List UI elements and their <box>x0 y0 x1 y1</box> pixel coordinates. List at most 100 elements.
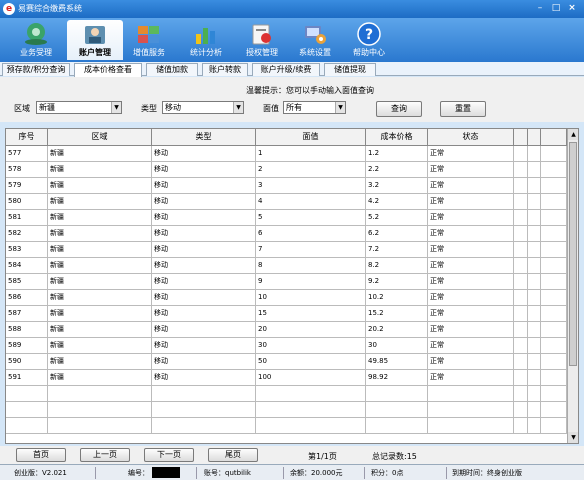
table-cell <box>514 194 528 210</box>
last-page-button[interactable]: 尾页 <box>208 448 258 462</box>
table-cell <box>514 146 528 162</box>
table-cell: 新疆 <box>48 290 152 306</box>
toolbar-item-settings[interactable]: 系统设置 <box>287 20 343 60</box>
table-cell: 591 <box>6 370 48 386</box>
column-header[interactable]: 状态 <box>428 129 514 146</box>
table-row[interactable]: 591 新疆 移动 100 98.92 正常 <box>6 370 567 386</box>
table-cell <box>541 290 567 306</box>
toolbar-label: 账户管理 <box>79 48 111 57</box>
system-settings-icon <box>305 26 326 44</box>
query-button[interactable]: 查询 <box>376 101 422 117</box>
table-row-empty[interactable] <box>6 386 567 402</box>
table-cell <box>528 258 541 274</box>
toolbar-item-statistics[interactable]: 统计分析 <box>178 20 234 60</box>
table-cell <box>366 418 428 434</box>
table-cell <box>528 210 541 226</box>
table-cell <box>541 178 567 194</box>
close-button[interactable]: × <box>565 2 579 15</box>
table-cell: 新疆 <box>48 242 152 258</box>
table-cell <box>366 386 428 402</box>
table-cell: 新疆 <box>48 178 152 194</box>
table-cell: 50 <box>256 354 366 370</box>
toolbar-item-business[interactable]: 业务受理 <box>8 20 64 60</box>
tab-transfer[interactable]: 账户转款 <box>202 63 248 76</box>
table-row[interactable]: 590 新疆 移动 50 49.85 正常 <box>6 354 567 370</box>
tab-withdraw[interactable]: 储值提现 <box>324 63 376 76</box>
column-header[interactable]: 类型 <box>152 129 256 146</box>
toolbar-item-help[interactable]: ? 帮助中心 <box>341 20 397 60</box>
table-row[interactable]: 584 新疆 移动 8 8.2 正常 <box>6 258 567 274</box>
toolbar-item-account[interactable]: 账户管理 <box>67 20 123 60</box>
scrollbar-thumb[interactable] <box>569 142 577 366</box>
first-page-button[interactable]: 首页 <box>16 448 66 462</box>
table-cell: 新疆 <box>48 354 152 370</box>
scroll-up-icon[interactable]: ▲ <box>568 129 578 140</box>
scroll-down-icon[interactable]: ▼ <box>568 432 578 443</box>
table-cell <box>514 306 528 322</box>
tab-cost-price[interactable]: 成本价格查看 <box>74 63 142 77</box>
table-row[interactable]: 585 新疆 移动 9 9.2 正常 <box>6 274 567 290</box>
table-row-empty[interactable] <box>6 418 567 434</box>
table-cell <box>366 402 428 418</box>
toolbar-item-authorization[interactable]: 授权管理 <box>234 20 290 60</box>
table-row[interactable]: 582 新疆 移动 6 6.2 正常 <box>6 226 567 242</box>
table-cell: 移动 <box>152 226 256 242</box>
table-row-empty[interactable] <box>6 402 567 418</box>
table-cell: 586 <box>6 290 48 306</box>
column-header[interactable]: 区域 <box>48 129 152 146</box>
type-select[interactable]: 移动 ▼ <box>162 101 244 114</box>
column-header[interactable]: 成本价格 <box>366 129 428 146</box>
table-cell: 584 <box>6 258 48 274</box>
table-cell: 6.2 <box>366 226 428 242</box>
table-cell <box>256 402 366 418</box>
table-row[interactable]: 577 新疆 移动 1 1.2 正常 <box>6 146 567 162</box>
column-header-empty[interactable] <box>541 129 567 146</box>
region-select[interactable]: 新疆 ▼ <box>36 101 122 114</box>
table-cell <box>48 386 152 402</box>
status-bar: 创业版：V2.021 编号： 账号：qutbilik 余额：20.000元 积分… <box>0 464 584 480</box>
prev-page-button[interactable]: 上一页 <box>80 448 130 462</box>
maximize-button[interactable]: □ <box>549 2 563 15</box>
table-row[interactable]: 579 新疆 移动 3 3.2 正常 <box>6 178 567 194</box>
table-cell: 正常 <box>428 354 514 370</box>
status-divider <box>95 467 96 479</box>
column-header-empty[interactable] <box>528 129 541 146</box>
table-cell: 15.2 <box>366 306 428 322</box>
table-row[interactable]: 583 新疆 移动 7 7.2 正常 <box>6 242 567 258</box>
table-cell <box>541 274 567 290</box>
next-page-button[interactable]: 下一页 <box>144 448 194 462</box>
tab-recharge[interactable]: 储值加款 <box>146 63 198 76</box>
reset-button[interactable]: 重置 <box>440 101 486 117</box>
column-header[interactable]: 序号 <box>6 129 48 146</box>
table-cell <box>528 370 541 386</box>
face-value-select[interactable]: 所有 ▼ <box>283 101 346 114</box>
table-cell <box>152 418 256 434</box>
table-cell <box>541 386 567 402</box>
table-cell <box>541 370 567 386</box>
table-cell: 581 <box>6 210 48 226</box>
hint-text: 温馨提示：您可以手动输入面值查询 <box>246 86 374 95</box>
table-cell: 2 <box>256 162 366 178</box>
table-row[interactable]: 588 新疆 移动 20 20.2 正常 <box>6 322 567 338</box>
table-cell: 589 <box>6 338 48 354</box>
toolbar-label: 统计分析 <box>190 48 222 57</box>
table-row[interactable]: 580 新疆 移动 4 4.2 正常 <box>6 194 567 210</box>
window-title: 易赛综合缴费系统 <box>18 4 82 13</box>
table-row[interactable]: 578 新疆 移动 2 2.2 正常 <box>6 162 567 178</box>
table-row[interactable]: 581 新疆 移动 5 5.2 正常 <box>6 210 567 226</box>
account-manage-icon <box>85 26 105 44</box>
tab-upgrade-renew[interactable]: 账户升级/续费 <box>252 63 320 76</box>
column-header[interactable]: 面值 <box>256 129 366 146</box>
vertical-scrollbar[interactable]: ▲ ▼ <box>567 129 578 443</box>
minimize-button[interactable]: – <box>533 2 547 15</box>
table-cell <box>541 210 567 226</box>
table-row[interactable]: 587 新疆 移动 15 15.2 正常 <box>6 306 567 322</box>
business-accept-icon <box>25 23 47 45</box>
table-row[interactable]: 589 新疆 移动 30 30 正常 <box>6 338 567 354</box>
table-cell: 正常 <box>428 226 514 242</box>
column-header-empty[interactable] <box>514 129 528 146</box>
toolbar-item-value-added[interactable]: 增值服务 <box>121 20 177 60</box>
table-row[interactable]: 586 新疆 移动 10 10.2 正常 <box>6 290 567 306</box>
tab-prepaid-points[interactable]: 预存款/积分查询 <box>2 63 70 76</box>
chevron-down-icon: ▼ <box>335 102 345 113</box>
